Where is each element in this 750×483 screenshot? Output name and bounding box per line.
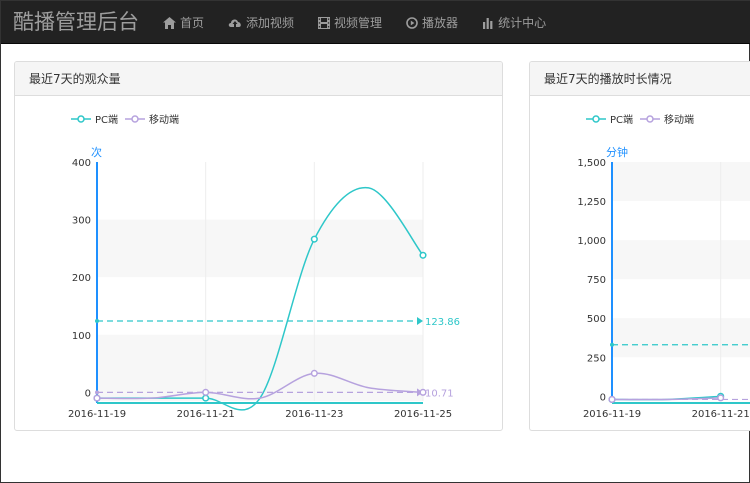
legend-label: 移动端 — [664, 113, 694, 126]
grid-band — [97, 334, 423, 401]
legend-marker — [592, 115, 600, 123]
playtime-panel: 最近7天的播放时长情况 0 250 500 750 1,000 1,250 1,500 分钟 2… — [529, 61, 750, 431]
data-point — [419, 251, 427, 259]
grid-band — [612, 240, 750, 280]
stats-icon — [483, 17, 493, 29]
y-tick-label: 300 — [72, 216, 91, 227]
x-tick-label: 2016-11-21 — [692, 409, 750, 420]
cloud-upload-icon — [228, 18, 241, 27]
viewers-panel: 最近7天的观众量 0 100 200 300 400 次 2016-11-19 2016-11… — [14, 61, 503, 431]
average-label: 10.71 — [425, 388, 454, 399]
nav-statistics[interactable]: 统计中心 — [470, 1, 558, 44]
y-tick-label: 100 — [72, 331, 91, 342]
x-tick-label: 2016-11-19 — [583, 409, 641, 420]
legend-label: PC端 — [610, 113, 633, 126]
nav-statistics-label: 统计中心 — [498, 16, 547, 30]
x-tick-label: 2016-11-19 — [68, 409, 126, 420]
brand-title[interactable]: 酷播管理后台 — [13, 9, 139, 35]
main-nav: 首页 添加视频 视频管理 播放器 统计中心 — [151, 1, 558, 44]
nav-home-label: 首页 — [180, 16, 205, 30]
playtime-chart: 0 250 500 750 1,000 1,250 1,500分钟 2016-11-19 201… — [577, 113, 750, 420]
x-tick-label: 2016-11-21 — [177, 409, 235, 420]
y-tick-label: 1,000 — [577, 236, 606, 247]
data-point — [310, 369, 318, 377]
y-tick-label: 250 — [587, 353, 606, 364]
data-point — [717, 394, 725, 402]
data-point — [202, 394, 210, 402]
data-point — [310, 235, 318, 243]
data-point — [608, 395, 616, 403]
x-tick-label: 2016-11-25 — [394, 409, 452, 420]
grid-band — [612, 318, 750, 358]
average-start-marker — [95, 319, 99, 324]
y-axis-title: 次 — [91, 145, 102, 159]
average-start-marker — [95, 390, 99, 395]
nav-add-video[interactable]: 添加视频 — [216, 1, 306, 44]
average-arrow — [417, 317, 423, 326]
nav-player[interactable]: 播放器 — [394, 1, 470, 44]
y-tick-label: 0 — [85, 388, 91, 399]
playtime-panel-title: 最近7天的播放时长情况 — [530, 62, 750, 96]
y-tick-label: 0 — [600, 392, 606, 403]
data-point — [202, 388, 210, 396]
legend-label: PC端 — [95, 113, 118, 126]
y-tick-label: 750 — [587, 275, 606, 286]
y-tick-label: 200 — [72, 273, 91, 284]
grid-band — [612, 162, 750, 202]
play-circle-icon — [406, 16, 418, 29]
nav-video-management-label: 视频管理 — [334, 16, 383, 30]
top-navbar: 酷播管理后台 首页 添加视频 视频管理 播放器 统计中心 — [1, 1, 750, 44]
x-tick-label: 2016-11-23 — [285, 409, 343, 420]
y-tick-label: 400 — [72, 158, 91, 169]
legend-marker — [131, 115, 139, 123]
y-axis-title: 分钟 — [606, 145, 628, 159]
average-start-marker — [610, 342, 614, 347]
viewers-panel-title: 最近7天的观众量 — [15, 62, 502, 96]
y-tick-label: 1,500 — [577, 158, 606, 169]
nav-player-label: 播放器 — [422, 16, 459, 30]
y-tick-label: 1,250 — [577, 197, 606, 208]
data-point — [419, 388, 427, 396]
y-tick-label: 500 — [587, 314, 606, 325]
viewers-chart: 0 100 200 300 400次 2016-11-19 2016-11-21 2016-1… — [68, 113, 460, 420]
nav-video-management[interactable]: 视频管理 — [306, 1, 394, 44]
film-icon — [318, 16, 331, 29]
nav-add-video-label: 添加视频 — [246, 16, 295, 30]
home-icon — [163, 16, 176, 29]
legend-marker — [646, 115, 654, 123]
average-label: 123.86 — [425, 317, 460, 328]
nav-home[interactable]: 首页 — [151, 1, 216, 44]
grid-band — [97, 219, 423, 278]
legend-marker — [77, 115, 85, 123]
data-point — [93, 394, 101, 402]
legend-label: 移动端 — [149, 113, 179, 126]
